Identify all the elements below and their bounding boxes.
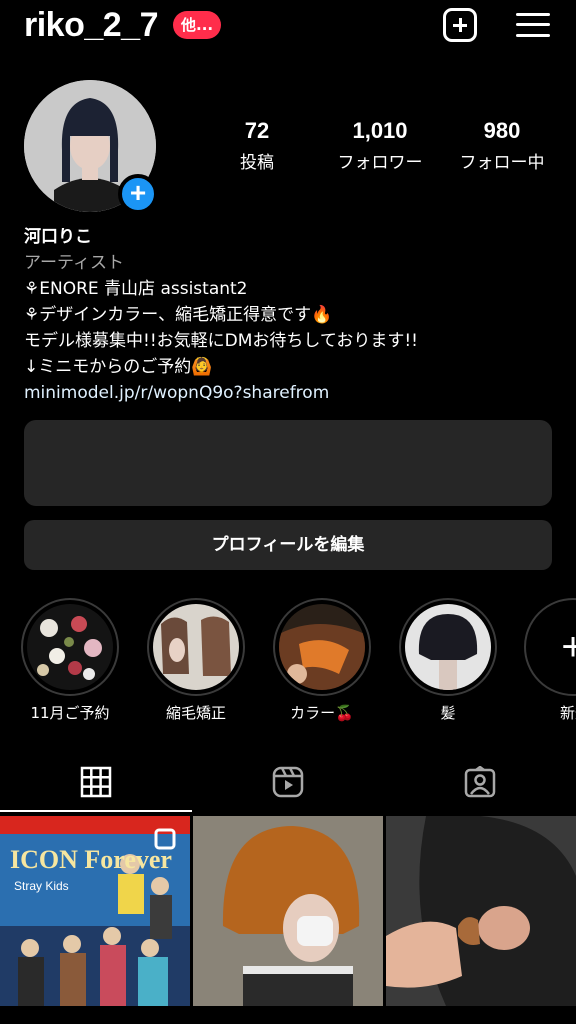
post-thumbnail[interactable] <box>193 816 383 1006</box>
highlight-ring <box>147 598 245 696</box>
other-accounts-badge[interactable]: 他... <box>173 11 222 39</box>
highlight-color[interactable]: カラー🍒 <box>272 598 372 723</box>
bio-line: ⚘ENORE 青山店 assistant2 <box>24 279 248 299</box>
post-thumbnail[interactable] <box>386 816 576 1006</box>
reels-icon <box>272 766 304 798</box>
bio-line: ⚘デザインカラー、縮毛矯正得意です🔥 <box>24 305 333 325</box>
professional-dashboard-panel[interactable] <box>24 420 552 506</box>
posts-count-value: 72 <box>244 118 270 143</box>
posts-grid: ICON Forever Stray Kids <box>0 816 576 1024</box>
highlight-hair[interactable]: 髪 <box>398 598 498 723</box>
display-name: 河口りこ <box>24 227 92 247</box>
followers-count-label: フォロワー <box>337 153 423 173</box>
grid-icon <box>80 766 112 798</box>
profile-bio: 河口りこ アーティスト ⚘ENORE 青山店 assistant2 ⚘デザインカ… <box>24 224 554 406</box>
edit-profile-button[interactable]: プロフィールを編集 <box>24 520 552 570</box>
bio-line: ↓ミニモからのご予約🙆 <box>24 357 213 377</box>
highlight-reservation[interactable]: 11月ご予約 <box>20 598 120 723</box>
tagged-person-icon <box>464 766 496 798</box>
active-tab-indicator <box>0 810 192 812</box>
highlight-thumbnail <box>153 604 239 690</box>
profile-tabs <box>0 748 576 812</box>
highlight-thumbnail <box>405 604 491 690</box>
bio-link[interactable]: minimodel.jp/r/wopnQ9o?sharefrom <box>24 380 554 406</box>
post-subtitle-text: Stray Kids <box>14 879 69 893</box>
highlight-ring <box>273 598 371 696</box>
post-title-text: ICON Forever <box>10 845 172 874</box>
highlight-label: カラー🍒 <box>290 704 354 722</box>
highlight-label: 新規 <box>560 704 576 722</box>
highlight-label: 縮毛矯正 <box>165 704 226 722</box>
following-count-value: 980 <box>483 118 521 143</box>
menu-button[interactable] <box>516 11 550 39</box>
username[interactable]: riko_2_7 <box>24 6 159 45</box>
highlight-ring <box>21 598 119 696</box>
following-count[interactable]: 980 フォロー中 <box>448 118 556 173</box>
tab-reels[interactable] <box>192 748 384 812</box>
tab-tagged[interactable] <box>384 748 576 812</box>
highlight-new[interactable]: + 新規 <box>524 598 576 723</box>
highlight-thumbnail <box>27 604 113 690</box>
profile-category: アーティスト <box>24 253 124 273</box>
add-story-button[interactable]: + <box>118 174 158 214</box>
highlight-straightening[interactable]: 縮毛矯正 <box>146 598 246 723</box>
highlight-ring <box>399 598 497 696</box>
following-count-label: フォロー中 <box>459 153 545 173</box>
plus-icon: + <box>561 625 576 669</box>
posts-count[interactable]: 72 投稿 <box>224 118 290 173</box>
tab-posts-grid[interactable] <box>0 748 192 812</box>
bio-line: モデル様募集中!!お気軽にDMお待ちしております!! <box>24 331 418 351</box>
posts-count-label: 投稿 <box>240 153 274 173</box>
followers-count-value: 1,010 <box>352 118 408 143</box>
post-thumbnail[interactable]: ICON Forever Stray Kids <box>0 816 190 1006</box>
top-bar: riko_2_7 他... <box>0 0 576 52</box>
highlight-label: 髪 <box>440 704 456 722</box>
highlight-label: 11月ご予約 <box>30 704 110 722</box>
new-highlight-ring: + <box>524 598 576 696</box>
highlight-thumbnail <box>279 604 365 690</box>
new-post-button[interactable] <box>443 8 477 42</box>
followers-count[interactable]: 1,010 フォロワー <box>322 118 438 173</box>
